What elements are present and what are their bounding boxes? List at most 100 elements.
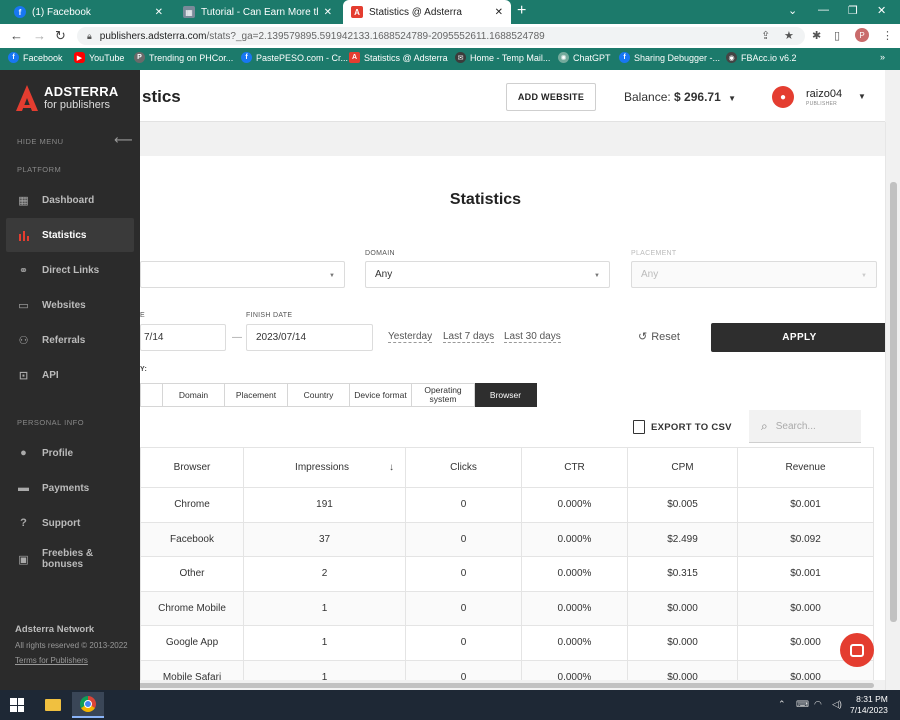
bookmark-facebook[interactable]: f Facebook	[8, 52, 63, 63]
bookmark-pastepeso[interactable]: f PastePESO.com - Cr...	[241, 52, 348, 63]
bookmark-chatgpt[interactable]: ✺ ChatGPT	[558, 52, 611, 63]
balance[interactable]: Balance: $ 296.71 ▼	[624, 90, 736, 104]
sidebar-item-api[interactable]: ⊡ API	[6, 358, 134, 392]
close-window-icon[interactable]: ✕	[877, 4, 886, 17]
username[interactable]: raizo04	[806, 88, 842, 100]
keyboard-icon[interactable]: ⌨	[796, 699, 809, 710]
taskbar-chrome[interactable]	[72, 692, 104, 718]
chevron-down-icon[interactable]: ⌄	[788, 4, 797, 17]
sidebar-item-label: Referrals	[42, 334, 86, 346]
sidebar-item-websites[interactable]: ▭ Websites	[6, 288, 134, 322]
quick-last-30-days[interactable]: Last 30 days	[504, 331, 561, 343]
sidebar-item-payments[interactable]: ▬ Payments	[6, 471, 134, 505]
sidebar-item-freebies[interactable]: ▣ Freebies & bonuses	[6, 542, 134, 576]
segment-domain[interactable]: Domain	[163, 383, 225, 407]
segment-browser[interactable]: Browser	[475, 383, 537, 407]
placement-select[interactable]: Any ▼	[631, 261, 877, 288]
scroll-thumb[interactable]	[12, 683, 874, 688]
sidebar-item-profile[interactable]: ● Profile	[6, 436, 134, 470]
placement-value: Any	[641, 269, 659, 280]
add-website-button[interactable]: ADD WEBSITE	[506, 83, 596, 111]
system-clock[interactable]: 8:31 PM 7/14/2023	[850, 694, 888, 716]
col-browser[interactable]: Browser	[140, 447, 244, 488]
chevron-down-icon[interactable]: ▼	[858, 92, 866, 101]
scroll-thumb[interactable]	[890, 182, 897, 622]
address-bar[interactable]: 🔒︎ publishers.adsterra.com/stats?_ga=2.1…	[77, 27, 805, 45]
start-date-input[interactable]: 7/14	[140, 324, 226, 351]
menu-icon[interactable]: ⋮	[882, 29, 893, 42]
close-icon[interactable]: ✕	[495, 7, 503, 18]
sidebar-item-dashboard[interactable]: ▦ Dashboard	[6, 183, 134, 217]
bookmarks-bar: f Facebook ▶ YouTube P Trending on PHCor...…	[0, 48, 900, 70]
profile-avatar[interactable]: P	[855, 28, 869, 42]
star-icon[interactable]: ★	[784, 29, 794, 42]
chat-button[interactable]	[840, 633, 874, 667]
taskbar-file-explorer[interactable]	[37, 692, 69, 718]
arrow-left-icon[interactable]: ⟵	[114, 132, 133, 148]
stats-table: Browser Impressions ↓ Clicks CTR CPM Reve…	[140, 447, 874, 690]
cell-clicks: 0	[405, 521, 522, 557]
side-panel-icon[interactable]: ▯	[834, 29, 840, 42]
site-select[interactable]: ▼	[140, 261, 345, 288]
segment-device-format[interactable]: Device format	[350, 383, 412, 407]
export-csv-button[interactable]: EXPORT TO CSV	[633, 420, 732, 434]
reload-icon[interactable]: ↻	[55, 28, 66, 44]
share-icon[interactable]: ⇪	[761, 29, 770, 42]
chevron-up-icon[interactable]: ⌃	[778, 699, 786, 710]
lock-icon[interactable]: 🔒︎	[87, 31, 92, 42]
search-input[interactable]: ⌕ Search...	[749, 410, 861, 443]
sidebar-item-direct-links[interactable]: ⚭ Direct Links	[6, 253, 134, 287]
tab-statistics[interactable]: A Statistics @ Adsterra ✕	[343, 0, 511, 24]
col-clicks[interactable]: Clicks	[405, 447, 522, 488]
finish-date-input[interactable]: 2023/07/14	[246, 324, 373, 351]
tab-facebook[interactable]: f (1) Facebook ✕	[6, 0, 171, 24]
bookmark-phcorner[interactable]: P Trending on PHCor...	[134, 52, 233, 63]
col-impressions[interactable]: Impressions ↓	[243, 447, 406, 488]
back-icon[interactable]: ←	[10, 28, 23, 44]
sidebar-item-label: Freebies & bonuses	[42, 548, 94, 570]
quick-last-7-days[interactable]: Last 7 days	[443, 331, 495, 343]
volume-icon[interactable]: ◁)	[832, 699, 842, 710]
tab-tutorial[interactable]: ▦ Tutorial - Can Earn More than 1 ( ✕	[175, 0, 340, 24]
segment-date[interactable]	[140, 383, 163, 407]
vertical-scrollbar[interactable]	[885, 122, 900, 690]
sidebar-item-support[interactable]: ? Support	[6, 506, 134, 540]
close-icon[interactable]: ✕	[324, 7, 332, 18]
restore-icon[interactable]: ❐	[848, 4, 858, 17]
extensions-icon[interactable]: ✱	[812, 29, 821, 42]
bookmark-fbacc[interactable]: ◉ FBAcc.io v6.2	[726, 52, 797, 63]
windows-start-icon[interactable]	[10, 698, 24, 712]
col-cpm[interactable]: CPM	[627, 447, 738, 488]
sidebar-item-label: Payments	[42, 482, 90, 494]
user-avatar-icon[interactable]: ●	[772, 86, 794, 108]
reset-button[interactable]: ↺ Reset	[638, 330, 680, 344]
new-tab-button[interactable]: +	[517, 3, 526, 19]
cell-browser: Google App	[140, 625, 244, 661]
bookmark-youtube[interactable]: ▶ YouTube	[74, 52, 124, 63]
segment-operating-system[interactable]: Operating system	[412, 383, 475, 407]
adsterra-logo[interactable]: ADSTERRA for publishers	[16, 84, 119, 111]
wifi-icon[interactable]: ◠	[814, 699, 822, 710]
sidebar-item-statistics[interactable]: Statistics	[6, 218, 134, 252]
forward-icon[interactable]: →	[33, 28, 46, 44]
cell-impressions: 37	[243, 521, 406, 557]
segment-placement[interactable]: Placement	[225, 383, 288, 407]
sidebar-item-label: Websites	[42, 299, 86, 311]
hide-menu-label[interactable]: HIDE MENU	[17, 137, 64, 146]
terms-link[interactable]: Terms for Publishers	[15, 656, 88, 665]
col-revenue[interactable]: Revenue	[737, 447, 874, 488]
minimize-icon[interactable]: —	[818, 4, 829, 16]
col-ctr[interactable]: CTR	[521, 447, 628, 488]
segment-country[interactable]: Country	[288, 383, 350, 407]
close-icon[interactable]: ✕	[155, 7, 163, 18]
domain-select[interactable]: Any ▼	[365, 261, 610, 288]
bookmark-tempmail[interactable]: ✉ Home - Temp Mail...	[455, 52, 550, 63]
bookmark-sharing-debugger[interactable]: f Sharing Debugger -...	[619, 52, 720, 63]
cell-cpm: $2.499	[627, 521, 738, 557]
quick-yesterday[interactable]: Yesterday	[388, 331, 433, 343]
more-bookmarks-icon[interactable]: »	[880, 52, 885, 62]
statistics-title: Statistics	[449, 191, 522, 208]
sidebar-item-referrals[interactable]: ⚇ Referrals	[6, 323, 134, 357]
bookmark-adsterra[interactable]: A Statistics @ Adsterra	[349, 52, 448, 63]
apply-button[interactable]: APPLY	[711, 323, 888, 352]
